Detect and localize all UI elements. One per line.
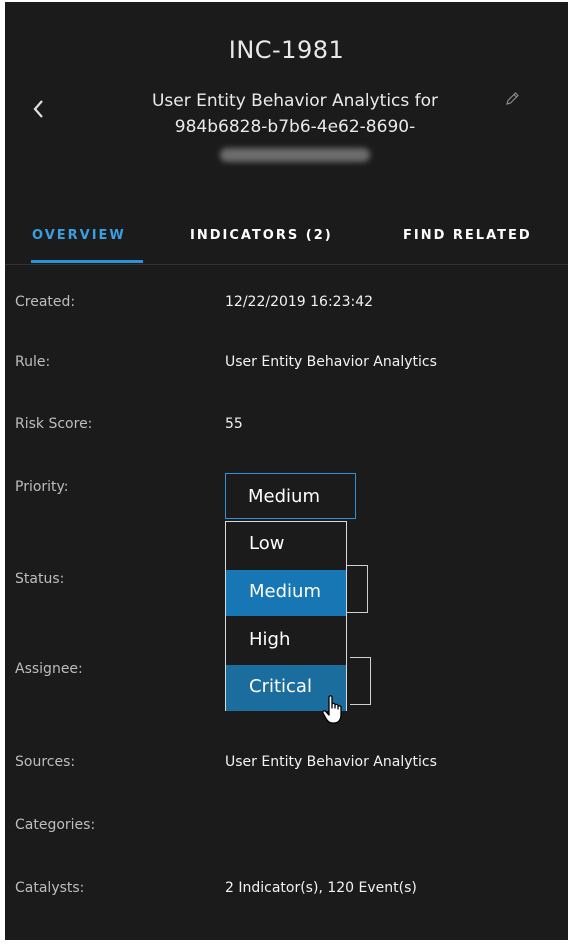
incident-title: User Entity Behavior Analytics for 984b6… bbox=[105, 88, 485, 170]
risk-score-label: Risk Score: bbox=[15, 416, 93, 432]
title-line-2: 984b6828-b7b6-4e62-8690- bbox=[174, 117, 416, 137]
sources-value: User Entity Behavior Analytics bbox=[225, 754, 437, 770]
priority-select[interactable]: Medium bbox=[225, 473, 356, 519]
catalysts-label: Catalysts: bbox=[15, 880, 85, 896]
created-value: 12/22/2019 16:23:42 bbox=[225, 294, 374, 310]
sources-label: Sources: bbox=[15, 754, 76, 770]
priority-selected-value: Medium bbox=[248, 486, 320, 507]
created-label: Created: bbox=[15, 294, 76, 310]
rule-label: Rule: bbox=[15, 354, 51, 370]
assignee-label: Assignee: bbox=[15, 661, 83, 677]
hand-cursor-icon bbox=[322, 695, 342, 724]
incident-panel: INC-1981 User Entity Behavior Analytics … bbox=[5, 2, 568, 940]
edit-title-button[interactable] bbox=[503, 90, 521, 108]
tab-overview[interactable]: OVERVIEW bbox=[32, 228, 126, 243]
incident-id: INC-1981 bbox=[228, 36, 345, 64]
status-select[interactable] bbox=[347, 565, 368, 613]
priority-option-low[interactable]: Low bbox=[226, 522, 346, 568]
chevron-left-icon bbox=[33, 100, 43, 118]
tab-bar: OVERVIEW INDICATORS (2) FIND RELATED bbox=[5, 220, 568, 265]
status-label: Status: bbox=[15, 571, 65, 587]
tab-find-related[interactable]: FIND RELATED bbox=[403, 228, 532, 243]
rule-value: User Entity Behavior Analytics bbox=[225, 354, 437, 370]
redacted-text bbox=[220, 148, 370, 162]
assignee-select[interactable] bbox=[350, 657, 371, 705]
categories-label: Categories: bbox=[15, 817, 96, 833]
priority-option-medium[interactable]: Medium bbox=[226, 570, 346, 616]
priority-dropdown-menu: Low Medium High Critical bbox=[225, 521, 347, 711]
pencil-icon bbox=[506, 92, 519, 105]
tab-indicators[interactable]: INDICATORS (2) bbox=[190, 228, 333, 243]
catalysts-value: 2 Indicator(s), 120 Event(s) bbox=[225, 880, 417, 896]
risk-score-value: 55 bbox=[225, 416, 243, 432]
title-line-1: User Entity Behavior Analytics for bbox=[151, 91, 439, 111]
active-tab-indicator bbox=[31, 260, 143, 263]
priority-option-high[interactable]: High bbox=[226, 618, 346, 664]
priority-label: Priority: bbox=[15, 479, 69, 495]
back-button[interactable] bbox=[29, 96, 49, 122]
